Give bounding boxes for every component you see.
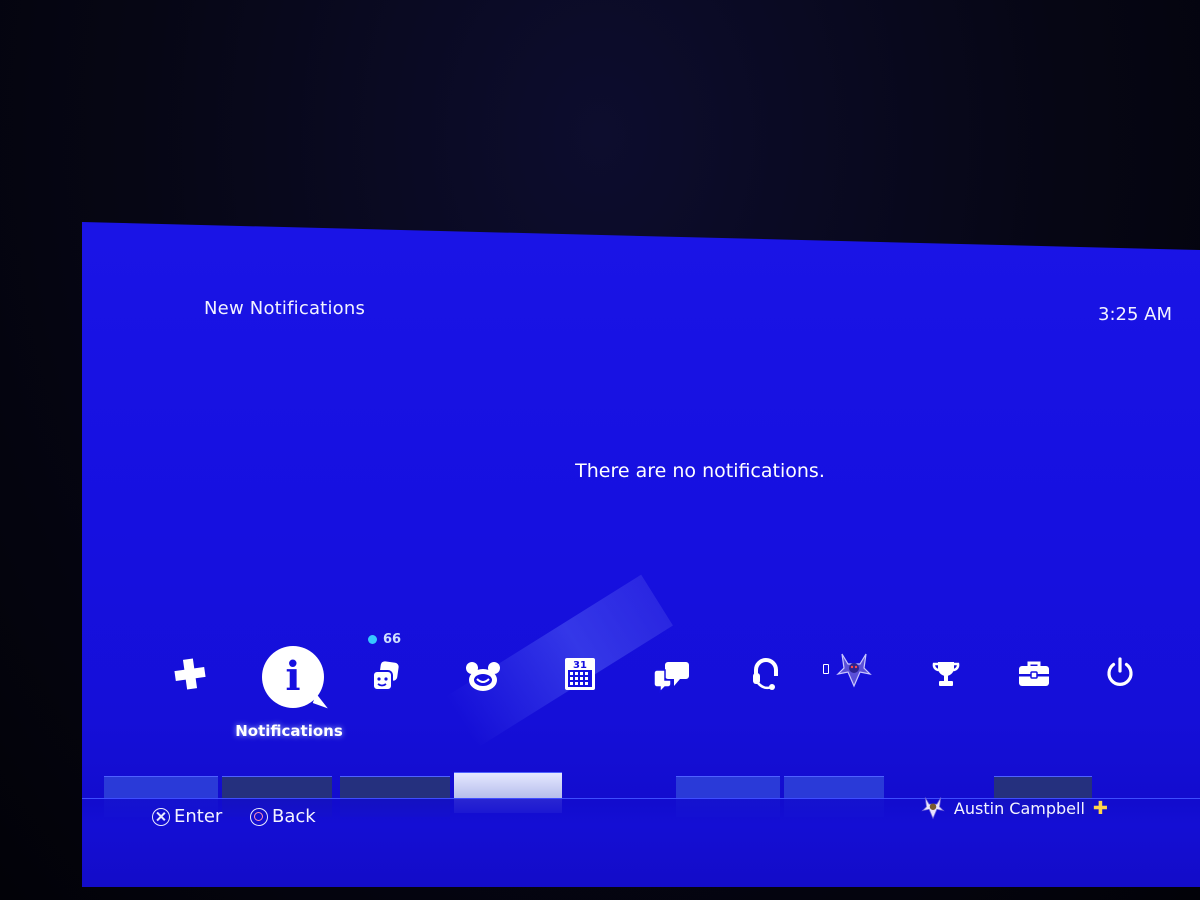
user-profile[interactable]: Austin Campbell ✚ <box>920 795 1108 821</box>
notifications-icon[interactable]: i <box>258 642 328 712</box>
friends-online-count: 66 <box>383 632 402 647</box>
playstation-plus-icon[interactable] <box>170 654 210 694</box>
user-avatar-icon <box>921 797 945 820</box>
enter-label: Enter <box>174 806 223 827</box>
party-icon[interactable] <box>463 656 503 696</box>
clock: 3:25 AM <box>1098 304 1172 325</box>
friends-online-badge: 66 <box>368 632 401 647</box>
cross-button-icon <box>152 807 170 826</box>
back-label: Back <box>272 806 316 827</box>
online-dot-icon <box>368 635 377 644</box>
empty-notifications-message: There are no notifications. <box>575 460 825 482</box>
messages-icon[interactable] <box>652 656 692 696</box>
enter-hint[interactable]: Enter <box>152 806 222 827</box>
user-name: Austin Campbell <box>953 798 1085 818</box>
circle-button-icon <box>250 807 268 826</box>
headset-icon[interactable] <box>746 654 786 694</box>
back-hint[interactable]: Back <box>250 806 316 827</box>
friends-icon[interactable] <box>366 656 406 696</box>
calendar-day: 31 <box>573 660 587 671</box>
events-calendar-icon[interactable]: 31 <box>560 654 600 694</box>
profile-avatar-icon[interactable] <box>832 648 876 692</box>
controller-indicator-icon <box>823 664 829 674</box>
trophies-icon[interactable] <box>926 654 966 694</box>
tv-screen: New Notifications 3:25 AM There are no n… <box>82 222 1200 887</box>
power-icon[interactable] <box>1100 652 1140 692</box>
notifications-label: Notifications <box>235 722 343 740</box>
settings-toolbox-icon[interactable] <box>1014 654 1054 694</box>
ps-plus-icon: ✚ <box>1092 797 1108 819</box>
page-title: New Notifications <box>204 298 366 319</box>
